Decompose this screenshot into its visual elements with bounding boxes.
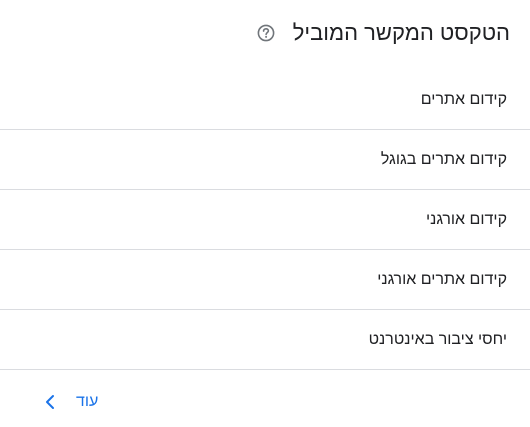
more-label: עוד bbox=[76, 393, 99, 410]
related-list: קידום אתרים קידום אתרים בגוגל קידום אורג… bbox=[0, 70, 530, 370]
chevron-left-icon bbox=[44, 394, 56, 410]
list-item[interactable]: קידום אתרים אורגני bbox=[0, 249, 530, 309]
panel-title: הטקסט המקשר המוביל bbox=[292, 20, 510, 45]
list-item[interactable]: קידום אתרים בגוגל bbox=[0, 129, 530, 189]
help-circle-icon[interactable] bbox=[257, 24, 275, 42]
list-item[interactable]: קידום אורגני bbox=[0, 189, 530, 249]
list-item[interactable]: קידום אתרים bbox=[0, 70, 530, 129]
panel-header: הטקסט המקשר המוביל bbox=[0, 0, 530, 53]
related-searches-panel: הטקסט המקשר המוביל קידום אתרים קידום אתר… bbox=[0, 0, 530, 427]
more-button[interactable]: עוד bbox=[44, 393, 98, 411]
list-item[interactable]: יחסי ציבור באינטרנט bbox=[0, 309, 530, 369]
